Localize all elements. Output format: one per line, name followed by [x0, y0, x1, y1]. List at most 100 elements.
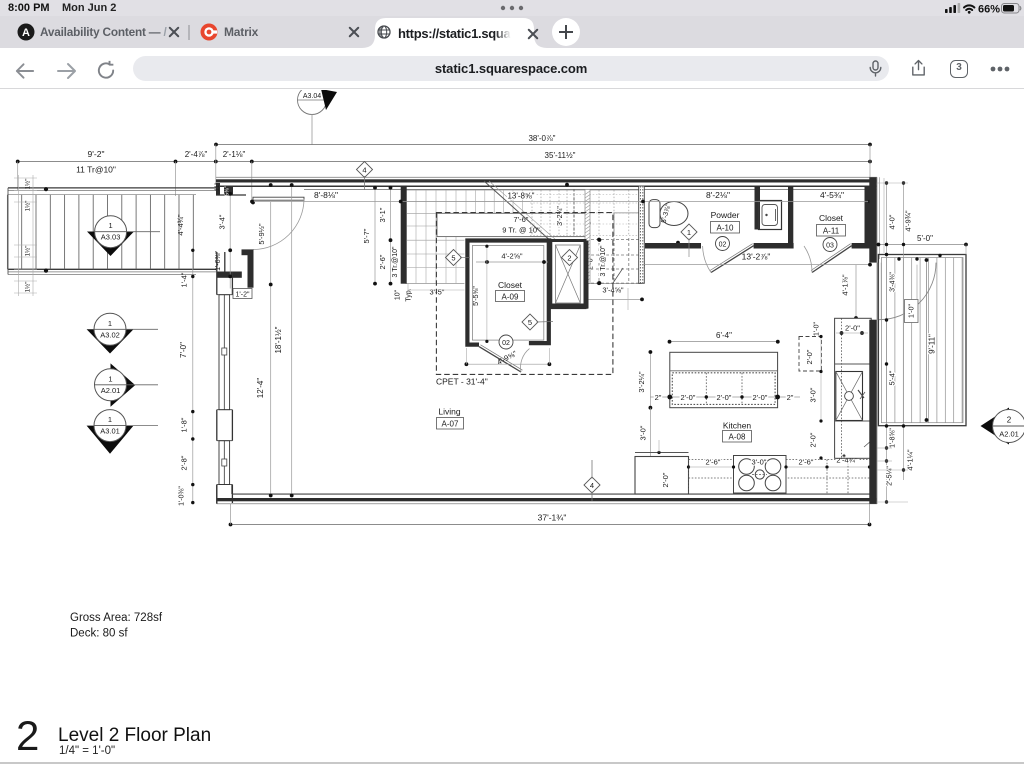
svg-text:4'-1¼": 4'-1¼": [906, 449, 915, 471]
svg-text:2'-6": 2'-6": [378, 254, 387, 269]
svg-text:4: 4: [362, 165, 366, 174]
svg-text:2": 2": [787, 393, 794, 402]
svg-text:4'-5¾": 4'-5¾": [820, 190, 844, 200]
svg-text:2: 2: [567, 253, 571, 262]
svg-text:A-10: A-10: [717, 224, 734, 233]
svg-text:4'-1⅞": 4'-1⅞": [841, 274, 850, 296]
svg-text:38'-0⅞": 38'-0⅞": [528, 134, 555, 143]
svg-text:4'-4¾": 4'-4¾": [176, 214, 185, 236]
svg-text:1'-8": 1'-8": [180, 417, 189, 432]
svg-text:2: 2: [1007, 416, 1012, 425]
svg-text:9'-2": 9'-2": [88, 149, 105, 159]
svg-text:1'-2": 1'-2": [236, 291, 250, 298]
svg-text:1: 1: [109, 221, 113, 230]
svg-text:1'-0": 1'-0": [909, 304, 916, 318]
svg-text:5'-4": 5'-4": [888, 370, 897, 385]
svg-text:5'-7": 5'-7": [362, 228, 371, 243]
svg-text:5'-0": 5'-0": [917, 234, 933, 243]
svg-text:Powder: Powder: [711, 210, 740, 220]
svg-text:Kitchen: Kitchen: [723, 421, 752, 431]
svg-text:7'-0": 7'-0": [179, 342, 188, 358]
svg-text:1: 1: [108, 319, 112, 328]
svg-text:12'-4": 12'-4": [256, 378, 265, 399]
svg-text:13'-8⅝": 13'-8⅝": [507, 192, 534, 201]
svg-text:A2.01: A2.01: [101, 386, 121, 395]
svg-text:4'-0": 4'-0": [888, 214, 897, 229]
svg-text:35'-11½": 35'-11½": [545, 151, 576, 160]
svg-text:02: 02: [719, 241, 727, 248]
svg-text:3 Tr.@10": 3 Tr.@10": [392, 246, 399, 278]
svg-text:3'-2¼": 3'-2¼": [637, 371, 646, 393]
svg-text:37'-1¾": 37'-1¾": [538, 513, 567, 523]
svg-text:2'-0": 2'-0": [681, 393, 696, 402]
svg-text:03: 03: [826, 242, 834, 249]
svg-text:2'-5¼": 2'-5¼": [887, 466, 894, 486]
svg-text:1: 1: [687, 228, 691, 237]
svg-text:1: 1: [108, 415, 112, 424]
svg-text:3'-1": 3'-1": [378, 207, 387, 222]
svg-text:3'-2¼": 3'-2¼": [557, 206, 564, 226]
svg-text:CPET - 31'-4": CPET - 31'-4": [436, 377, 488, 387]
svg-text:1'-8⅝": 1'-8⅝": [890, 428, 897, 448]
svg-text:A: A: [22, 27, 30, 39]
svg-text:A2.01: A2.01: [999, 430, 1019, 439]
svg-text:3'-4": 3'-4": [218, 214, 227, 229]
svg-text:Closet: Closet: [498, 280, 523, 290]
svg-text:18'-1½": 18'-1½": [274, 326, 283, 353]
svg-text:4'-2⅝": 4'-2⅝": [501, 252, 523, 261]
svg-text:2'-1⅛": 2'-1⅛": [223, 150, 246, 159]
svg-text:2'-6": 2'-6": [799, 458, 814, 467]
svg-text:11": 11": [215, 183, 221, 191]
svg-text:2'-0": 2'-0": [717, 393, 732, 402]
svg-text:A3.04: A3.04: [303, 93, 321, 100]
svg-text:4: 4: [590, 481, 594, 490]
svg-text:3'-0": 3'-0": [809, 387, 818, 402]
svg-text:5'-9½": 5'-9½": [257, 223, 266, 245]
svg-text:2'-8": 2'-8": [180, 455, 189, 470]
svg-text:2'-0": 2'-0": [753, 393, 768, 402]
svg-text:1½": 1½": [25, 201, 32, 212]
svg-text:02: 02: [502, 340, 510, 347]
svg-text:A3.01: A3.01: [100, 427, 120, 436]
svg-text:1'-6⅜": 1'-6⅜": [215, 251, 222, 271]
svg-text:8'-2⅛": 8'-2⅛": [706, 190, 730, 200]
svg-text:1: 1: [108, 374, 112, 383]
svg-text:Gross Area: 728sf: Gross Area: 728sf: [70, 612, 163, 624]
svg-text:4'-9¾": 4'-9¾": [904, 210, 913, 232]
svg-text:5: 5: [451, 253, 455, 262]
svg-text:9'-11": 9'-11": [928, 334, 937, 354]
svg-text:2'-0": 2'-0": [845, 324, 860, 333]
svg-text:13'-2⅞": 13'-2⅞": [742, 252, 771, 262]
svg-text:1½": 1½": [25, 282, 32, 293]
svg-text:A-08: A-08: [729, 433, 746, 442]
svg-text:66%: 66%: [978, 4, 1000, 16]
svg-text:2'-0": 2'-0": [661, 472, 670, 487]
svg-text:Closet: Closet: [819, 213, 844, 223]
svg-text:2'-0": 2'-0": [805, 349, 814, 364]
svg-text:Typ.: Typ.: [406, 288, 413, 301]
svg-text:1½": 1½": [25, 246, 32, 257]
svg-text:2'-6": 2'-6": [706, 458, 721, 467]
svg-text:2": 2": [655, 393, 662, 402]
svg-text:3'-5": 3'-5": [430, 288, 445, 297]
svg-text:Deck: 80 sf: Deck: 80 sf: [70, 628, 128, 640]
svg-text:8'-8⅛": 8'-8⅛": [314, 190, 338, 200]
svg-text:A-07: A-07: [442, 420, 459, 429]
svg-text:1½": 1½": [25, 179, 32, 190]
svg-text:3'-0": 3'-0": [752, 458, 767, 467]
svg-text:A-09: A-09: [502, 292, 519, 301]
svg-text:Living: Living: [438, 407, 460, 417]
svg-text:6'-4": 6'-4": [716, 331, 732, 340]
svg-text:A-11: A-11: [823, 227, 840, 236]
svg-text:A3.02: A3.02: [100, 330, 120, 339]
svg-text:3'-4⅜": 3'-4⅜": [890, 272, 897, 292]
svg-text:5'-5⅝": 5'-5⅝": [473, 286, 480, 306]
svg-text:◈: ◈: [842, 453, 846, 459]
svg-text:5: 5: [528, 318, 532, 327]
svg-text:10": 10": [395, 289, 402, 300]
svg-text:1'-0⅜": 1'-0⅜": [179, 486, 186, 506]
svg-text:1'-4": 1'-4": [180, 272, 189, 287]
svg-text:2'-0": 2'-0": [809, 432, 818, 447]
svg-text:3'-0": 3'-0": [639, 425, 648, 440]
svg-text:1'-0": 1'-0": [814, 322, 821, 336]
